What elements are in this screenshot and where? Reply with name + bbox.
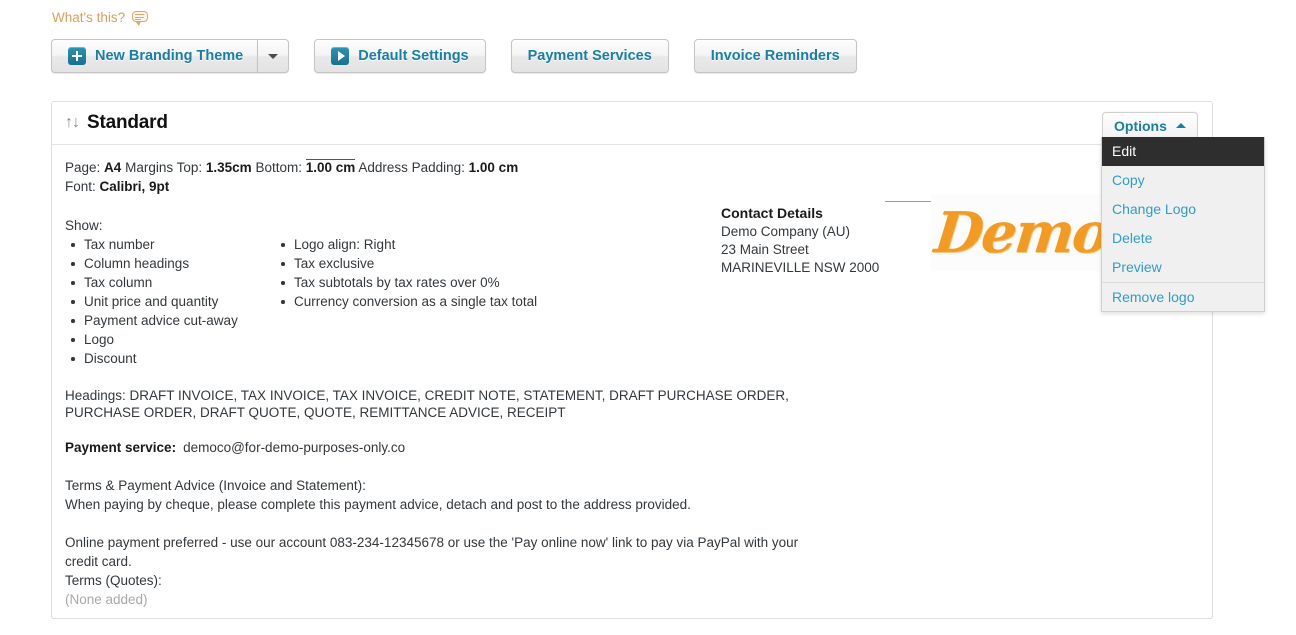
- feature-list-left: Tax number Column headings Tax column Un…: [65, 235, 275, 368]
- toolbar: New Branding Theme Default Settings Paym…: [51, 39, 857, 73]
- chevron-up-icon: [1175, 123, 1186, 128]
- terms-quotes-heading: Terms (Quotes):: [65, 573, 162, 588]
- default-settings-label: Default Settings: [358, 48, 469, 64]
- play-icon: [331, 47, 350, 65]
- margins-label: Margins Top:: [125, 160, 203, 175]
- terms-quotes-value: (None added): [65, 592, 148, 607]
- sort-handle-icon[interactable]: ↑↓: [65, 115, 80, 131]
- payment-service-label: Payment service:: [65, 440, 177, 455]
- menu-item-delete[interactable]: Delete: [1102, 224, 1264, 253]
- contact-details: Contact Details Demo Company (AU) 23 Mai…: [721, 204, 879, 277]
- page-meta-line: Page: A4 Margins Top: 1.35cm Bottom: 1.0…: [65, 159, 1194, 177]
- address-padding-value: 1.00 cm: [468, 160, 519, 175]
- list-item: Payment advice cut-away: [65, 311, 275, 330]
- options-dropdown-menu: Edit Copy Change Logo Delete Preview Rem…: [1101, 137, 1265, 312]
- terms-block: Terms & Payment Advice (Invoice and Stat…: [65, 476, 1194, 609]
- menu-item-copy[interactable]: Copy: [1102, 166, 1264, 195]
- terms-invoice-line2: Online payment preferred - use our accou…: [65, 535, 799, 569]
- menu-item-preview[interactable]: Preview: [1102, 253, 1264, 282]
- contact-company: Demo Company (AU): [721, 224, 851, 239]
- feature-column-left: Tax number Column headings Tax column Un…: [65, 235, 275, 368]
- contact-details-title: Contact Details: [721, 205, 823, 221]
- payment-service-row: Payment service: democo@for-demo-purposes…: [65, 439, 1194, 457]
- feature-list-right: Logo align: Right Tax exclusive Tax subt…: [275, 235, 695, 311]
- list-item: Column headings: [65, 254, 275, 273]
- feature-column-right: Logo align: Right Tax exclusive Tax subt…: [275, 235, 695, 368]
- plus-icon: [68, 47, 86, 65]
- invoice-reminders-button[interactable]: Invoice Reminders: [693, 39, 857, 73]
- whats-this-link[interactable]: What's this?: [52, 10, 149, 26]
- page-root: What's this? New Branding Theme Default …: [0, 0, 1296, 635]
- bottom-label: Bottom:: [255, 160, 302, 175]
- whats-this-label[interactable]: What's this?: [52, 10, 125, 26]
- terms-invoice-line1: When paying by cheque, please complete t…: [65, 497, 691, 512]
- new-branding-theme-label: New Branding Theme: [95, 48, 244, 64]
- terms-spacer: [65, 514, 1194, 533]
- font-value: Calibri, 9pt: [99, 179, 170, 194]
- payment-services-button[interactable]: Payment Services: [510, 39, 669, 73]
- menu-item-change-logo[interactable]: Change Logo: [1102, 195, 1264, 224]
- font-label: Font:: [65, 179, 96, 194]
- menu-item-edit[interactable]: Edit: [1102, 137, 1264, 166]
- contact-city: MARINEVILLE NSW 2000: [721, 260, 880, 275]
- headings-text: Headings: DRAFT INVOICE, TAX INVOICE, TA…: [65, 388, 789, 420]
- new-branding-theme-dropdown-button[interactable]: [257, 39, 290, 73]
- list-item: Unit price and quantity: [65, 292, 275, 311]
- new-branding-theme-split-button[interactable]: New Branding Theme: [51, 39, 290, 73]
- chevron-down-icon: [268, 53, 279, 59]
- page-title: Standard: [87, 112, 168, 133]
- options-button-wrap: Options: [1102, 112, 1198, 138]
- list-item: Discount: [65, 349, 275, 368]
- payment-service-value: democo@for-demo-purposes-only.co: [183, 440, 406, 455]
- new-branding-theme-button[interactable]: New Branding Theme: [51, 39, 258, 73]
- menu-item-remove-logo[interactable]: Remove logo: [1102, 282, 1264, 311]
- margins-top-value: 1.35cm: [205, 160, 252, 175]
- branding-theme-panel: ↑↓ Standard Options Page: A4 Margins Top…: [51, 101, 1213, 619]
- default-settings-button[interactable]: Default Settings: [314, 39, 486, 73]
- list-item: Tax column: [65, 273, 275, 292]
- list-item: Tax number: [65, 235, 275, 254]
- options-button-label: Options: [1114, 117, 1167, 134]
- list-item: Tax exclusive: [275, 254, 695, 273]
- payment-services-label: Payment Services: [527, 48, 652, 64]
- list-item: Tax subtotals by tax rates over 0%: [275, 273, 695, 292]
- options-button[interactable]: Options: [1102, 112, 1198, 138]
- panel-header: ↑↓ Standard Options: [52, 102, 1212, 145]
- page-value: A4: [104, 160, 122, 175]
- page-label: Page:: [65, 160, 101, 175]
- address-padding-label: Address Padding:: [358, 160, 465, 175]
- logo-preview: Demo: [931, 194, 1111, 271]
- invoice-reminders-label: Invoice Reminders: [710, 48, 840, 64]
- list-item: Logo: [65, 330, 275, 349]
- panel-body: Page: A4 Margins Top: 1.35cm Bottom: 1.0…: [52, 145, 1212, 618]
- bottom-value: 1.00 cm: [305, 159, 356, 175]
- list-item: Logo align: Right: [275, 235, 695, 254]
- logo-text: Demo: [931, 199, 1111, 266]
- terms-invoice-heading: Terms & Payment Advice (Invoice and Stat…: [65, 478, 366, 493]
- contact-street: 23 Main Street: [721, 242, 809, 257]
- list-item: Currency conversion as a single tax tota…: [275, 292, 695, 311]
- speech-bubble-icon: [132, 11, 149, 26]
